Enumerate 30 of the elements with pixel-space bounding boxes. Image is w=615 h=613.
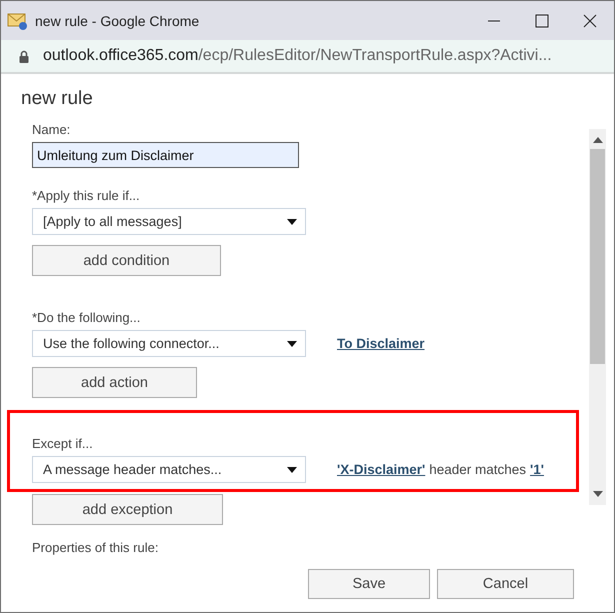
value-link[interactable]: 'X-Disclaimer' xyxy=(337,462,426,477)
maximize-icon xyxy=(535,14,549,28)
dropdown-caret-icon xyxy=(287,340,297,346)
scrollbar[interactable] xyxy=(589,129,606,505)
section-label: *Apply this rule if... xyxy=(32,188,141,203)
section-label: Properties of this rule: xyxy=(32,539,160,556)
detail-text: header matches xyxy=(429,462,526,477)
lock-icon xyxy=(19,50,29,62)
value-link[interactable]: '1' xyxy=(530,462,544,477)
window-title: new rule - Google Chrome xyxy=(35,12,200,28)
dialog-title: new rule xyxy=(21,88,94,110)
field-label: Name: xyxy=(32,122,72,137)
section-label: *Do the following... xyxy=(32,310,142,325)
condition-dropdown[interactable]: Use the following connector... xyxy=(32,330,306,357)
condition-dropdown[interactable]: A message header matches... xyxy=(32,456,306,483)
scroll-down-icon[interactable] xyxy=(592,491,602,497)
dropdown-caret-icon xyxy=(287,218,297,224)
close-icon xyxy=(583,14,597,28)
section-label: Except if... xyxy=(32,436,94,451)
save-button[interactable]: Save xyxy=(308,569,430,599)
scroll-up-icon[interactable] xyxy=(592,137,602,143)
dropdown-caret-icon xyxy=(287,466,297,472)
add-button[interactable]: add exception xyxy=(32,494,223,525)
minimize-icon xyxy=(487,20,501,22)
cancel-button[interactable]: Cancel xyxy=(437,569,574,599)
value-link[interactable]: To Disclaimer xyxy=(337,336,425,351)
condition-dropdown[interactable]: [Apply to all messages] xyxy=(32,208,306,235)
add-button[interactable]: add condition xyxy=(32,245,221,276)
name-input[interactable]: Umleitung zum Disclaimer xyxy=(32,142,299,168)
add-button[interactable]: add action xyxy=(32,367,197,398)
